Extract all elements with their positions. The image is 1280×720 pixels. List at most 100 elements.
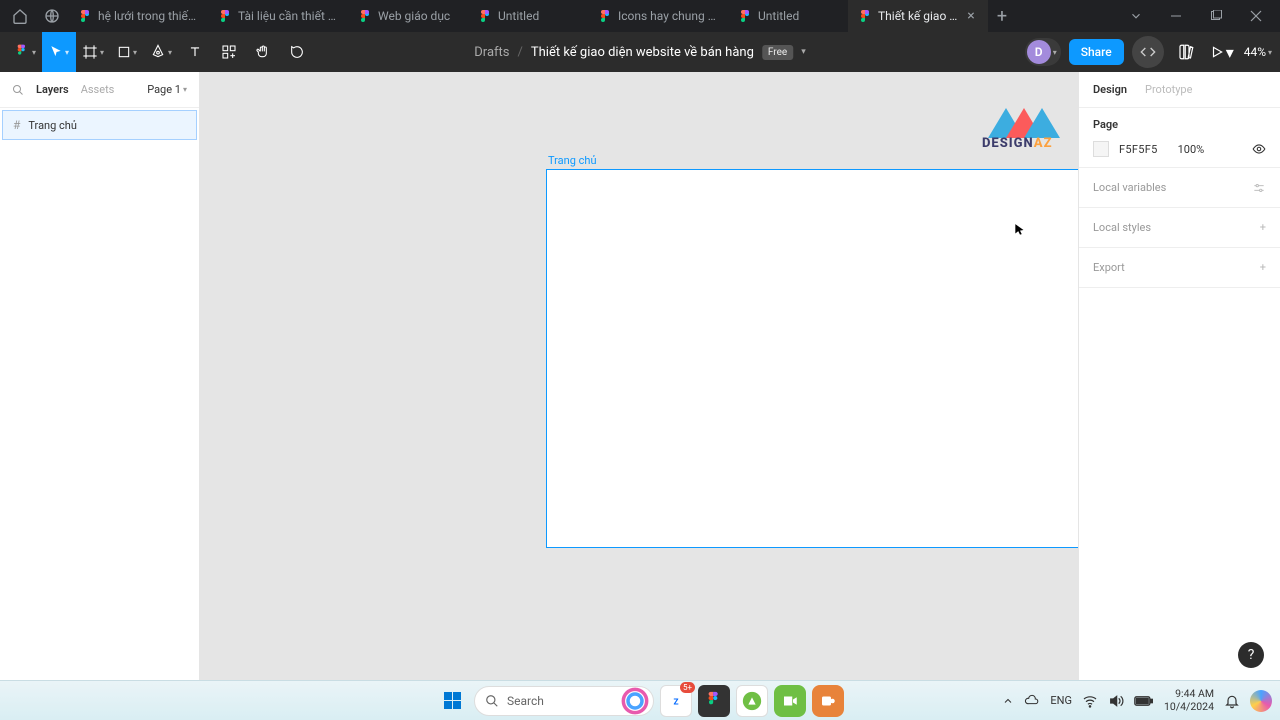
plan-badge: Free [762, 45, 793, 60]
browser-tab[interactable]: Icons hay chung hết [588, 0, 728, 32]
figma-favicon-icon [478, 9, 492, 23]
layers-tab[interactable]: Layers [36, 83, 69, 96]
taskbar-app-camtasia[interactable] [774, 685, 806, 717]
local-variables-section[interactable]: Local variables [1079, 168, 1280, 208]
taskbar-app-zalo[interactable]: Z 5+ [660, 685, 692, 717]
background-opacity[interactable]: 100% [1178, 143, 1205, 156]
plus-icon[interactable]: + [1260, 261, 1266, 274]
tray-overflow-icon[interactable] [1002, 695, 1014, 707]
background-hex[interactable]: F5F5F5 [1119, 143, 1158, 156]
visibility-toggle-icon[interactable] [1252, 142, 1266, 156]
properties-panel: Design Prototype Page F5F5F5 100% Local … [1078, 72, 1280, 680]
share-button[interactable]: Share [1069, 39, 1124, 65]
chevron-down-icon: ▾ [1053, 48, 1057, 57]
design-tab[interactable]: Design [1093, 83, 1127, 96]
hand-tool-button[interactable] [246, 32, 280, 72]
user-menu-button[interactable]: D ▾ [1025, 38, 1061, 66]
figma-favicon-icon [858, 9, 872, 23]
library-button[interactable] [1172, 32, 1200, 72]
zoom-control[interactable]: 44% ▾ [1244, 45, 1272, 59]
frame-trang-chu[interactable] [546, 169, 1078, 548]
close-tab-icon[interactable]: × [964, 8, 978, 24]
taskbar-app-coccoc[interactable] [736, 685, 768, 717]
shape-tool-button[interactable]: ▾ [110, 32, 144, 72]
plus-icon[interactable]: + [1260, 221, 1266, 234]
figma-toolbar: ▾ ▾ ▾ ▾ ▾ Drafts / [0, 32, 1280, 72]
battery-icon[interactable] [1134, 695, 1154, 707]
copilot-icon[interactable] [1250, 690, 1272, 712]
search-icon[interactable] [12, 84, 24, 96]
main-menu-button[interactable]: ▾ [8, 32, 42, 72]
chevron-down-icon: ▾ [133, 48, 137, 57]
time: 9:44 AM [1164, 688, 1214, 701]
local-variables-label: Local variables [1093, 181, 1166, 194]
figma-favicon-icon [218, 9, 232, 23]
layer-item-selected[interactable]: # Trang chủ [2, 110, 197, 140]
text-tool-button[interactable] [178, 32, 212, 72]
window-minimize-button[interactable] [1156, 0, 1196, 32]
browser-tab[interactable]: hệ lưới trong thiết kế fig [68, 0, 208, 32]
volume-icon[interactable] [1108, 693, 1124, 709]
cursor-icon [1013, 222, 1027, 238]
frame-tool-button[interactable]: ▾ [76, 32, 110, 72]
avatar: D [1027, 40, 1051, 64]
resources-tool-button[interactable] [212, 32, 246, 72]
tab-label: Thiết kế giao diện we [878, 9, 958, 23]
tab-label: Icons hay chung hết [618, 9, 718, 23]
breadcrumb-separator: / [518, 45, 523, 60]
chevron-down-icon: ▾ [183, 85, 187, 94]
frame-icon: # [13, 118, 20, 132]
home-button[interactable] [4, 0, 36, 32]
chevron-down-icon[interactable]: ▾ [801, 47, 806, 57]
taskbar-search[interactable]: Search [474, 686, 654, 716]
new-tab-button[interactable]: + [988, 2, 1016, 30]
watermark-logo: DESIGNAZ [988, 108, 1060, 168]
chevron-down-icon: ▾ [65, 48, 69, 57]
language-indicator[interactable]: ENG [1050, 694, 1072, 707]
search-highlight-icon [621, 687, 649, 715]
file-name[interactable]: Thiết kế giao diện website về bán hàng [531, 45, 754, 60]
dev-mode-button[interactable] [1132, 36, 1164, 68]
drafts-link[interactable]: Drafts [474, 45, 509, 60]
recent-button[interactable] [36, 0, 68, 32]
notification-badge: 5+ [680, 682, 695, 693]
canvas[interactable]: Trang chủ DESIGNAZ [200, 72, 1078, 680]
background-color-swatch[interactable] [1093, 141, 1109, 157]
browser-tab[interactable]: Tài liệu cần thiết cho th [208, 0, 348, 32]
export-label: Export [1093, 261, 1125, 274]
taskbar-app-figma[interactable] [698, 685, 730, 717]
browser-tab[interactable]: Untitled [468, 0, 588, 32]
tab-label: Web giáo dục [378, 9, 458, 23]
browser-tab[interactable]: Untitled [728, 0, 848, 32]
help-button[interactable]: ? [1238, 642, 1264, 668]
prototype-tab[interactable]: Prototype [1145, 83, 1192, 96]
search-placeholder: Search [507, 694, 544, 708]
local-styles-section[interactable]: Local styles + [1079, 208, 1280, 248]
pen-tool-button[interactable]: ▾ [144, 32, 178, 72]
onedrive-icon[interactable] [1024, 693, 1040, 709]
figma-favicon-icon [738, 9, 752, 23]
tab-label: Untitled [498, 9, 578, 23]
page-selector[interactable]: Page 1 ▾ [147, 83, 187, 96]
export-section[interactable]: Export + [1079, 248, 1280, 288]
frame-label[interactable]: Trang chủ [548, 154, 597, 167]
wifi-icon[interactable] [1082, 693, 1098, 709]
layers-panel: Layers Assets Page 1 ▾ # Trang chủ [0, 72, 200, 680]
start-button[interactable] [436, 685, 468, 717]
window-close-button[interactable] [1236, 0, 1276, 32]
comment-tool-button[interactable] [280, 32, 314, 72]
tab-label: hệ lưới trong thiết kế fig [98, 9, 198, 23]
chevron-down-icon: ▾ [32, 48, 36, 57]
zoom-value: 44% [1244, 45, 1266, 59]
notifications-icon[interactable] [1224, 693, 1240, 709]
browser-tab[interactable]: Web giáo dục [348, 0, 468, 32]
datetime[interactable]: 9:44 AM 10/4/2024 [1164, 688, 1214, 713]
window-maximize-button[interactable] [1196, 0, 1236, 32]
settings-icon[interactable] [1252, 181, 1266, 195]
taskbar-app-recorder[interactable] [812, 685, 844, 717]
tabs-overflow-button[interactable] [1116, 0, 1156, 32]
assets-tab[interactable]: Assets [81, 83, 115, 96]
browser-tab-active[interactable]: Thiết kế giao diện we × [848, 0, 988, 32]
present-button[interactable]: ▾ [1208, 32, 1236, 72]
move-tool-button[interactable]: ▾ [42, 32, 76, 72]
